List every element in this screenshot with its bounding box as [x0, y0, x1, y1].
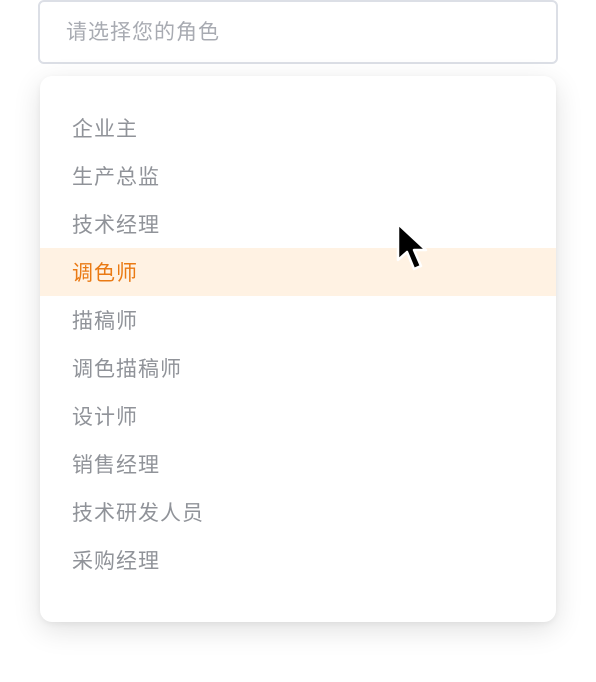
role-select-input[interactable]: 请选择您的角色 — [38, 0, 558, 64]
role-select-stage: 请选择您的角色 企业主 生产总监 技术经理 调色师 描稿师 调色描稿师 设计师 … — [0, 0, 596, 682]
option-technical-manager[interactable]: 技术经理 — [40, 200, 556, 248]
option-tracer[interactable]: 描稿师 — [40, 296, 556, 344]
option-owner[interactable]: 企业主 — [40, 104, 556, 152]
option-rd-staff[interactable]: 技术研发人员 — [40, 488, 556, 536]
option-colorist-tracer[interactable]: 调色描稿师 — [40, 344, 556, 392]
option-colorist[interactable]: 调色师 — [40, 248, 556, 296]
option-purchasing-manager[interactable]: 采购经理 — [40, 536, 556, 584]
option-production-director[interactable]: 生产总监 — [40, 152, 556, 200]
option-sales-manager[interactable]: 销售经理 — [40, 440, 556, 488]
option-designer[interactable]: 设计师 — [40, 392, 556, 440]
role-dropdown-menu: 企业主 生产总监 技术经理 调色师 描稿师 调色描稿师 设计师 销售经理 技术研… — [40, 76, 556, 622]
role-select-placeholder: 请选择您的角色 — [66, 19, 220, 44]
